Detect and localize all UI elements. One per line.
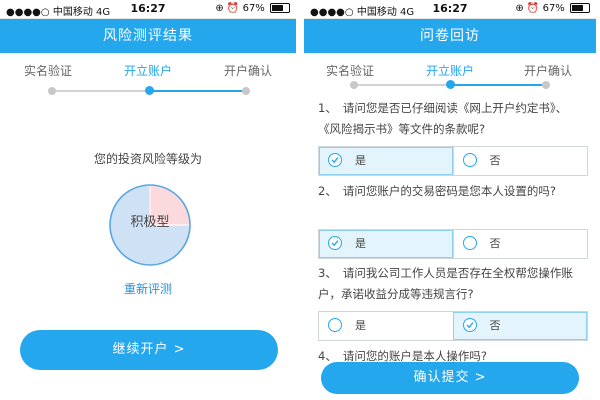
progress-dot-1: [48, 87, 56, 95]
status-bar: ●●●●○ 中国移动 4G 16:27 ⊕ ⏰ 67%: [0, 0, 296, 19]
risk-level-label: 积极型: [130, 215, 170, 230]
radio-empty-icon: [328, 318, 342, 332]
option-label: 否: [489, 237, 501, 250]
progress-dot-2: [446, 80, 455, 89]
questionnaire-screen: ●●●●○ 中国移动 4G 16:27 ⊕ ⏰ 67% 问卷回访 实名验证 开立…: [304, 0, 596, 400]
question-number: 4、: [318, 349, 337, 363]
battery-percent: 67%: [242, 3, 265, 14]
option-yes[interactable]: 是: [319, 230, 453, 258]
progress-line-current: [149, 90, 246, 92]
radio-checked-icon: [328, 153, 342, 167]
progress-dot-3: [542, 81, 550, 89]
option-yes[interactable]: 是: [319, 147, 453, 175]
option-yes[interactable]: 是: [319, 312, 453, 340]
risk-result-screen: ●●●●○ 中国移动 4G 16:27 ⊕ ⏰ 67% 风险测评结果 实名验证 …: [0, 0, 296, 400]
question-number: 3、: [318, 266, 337, 280]
risk-level-prompt: 您的投资风险等级为: [93, 152, 202, 166]
page-title: 问卷回访: [304, 19, 596, 53]
continue-open-account-button[interactable]: 继续开户 >: [20, 330, 278, 370]
progress-line-done: [354, 84, 450, 86]
radio-checked-icon: [328, 236, 342, 250]
question-number: 1、: [318, 101, 337, 115]
radio-empty-icon: [462, 236, 477, 250]
option-no[interactable]: 否: [452, 230, 588, 258]
step-confirm: 开户确认: [223, 64, 272, 78]
question-2-text: 2、 请问您账户的交易密码是您本人设置的吗?: [318, 181, 584, 202]
question-number: 2、: [318, 184, 337, 198]
question-3-text: 3、 请问我公司工作人员是否存在全权帮您操作账户，承诺收益分成等违规言行?: [318, 263, 584, 305]
step-progress-track: [0, 83, 296, 99]
status-bar-right: ⊕ ⏰ 67%: [215, 3, 290, 14]
option-label: 是: [355, 319, 366, 332]
status-icons: ⊕ ⏰: [215, 3, 240, 14]
option-label: 否: [489, 319, 501, 332]
battery-icon: [570, 3, 590, 13]
option-no[interactable]: 否: [452, 147, 588, 175]
question-3-options: 是 否: [318, 311, 588, 341]
option-label: 否: [489, 154, 501, 167]
option-label: 是: [355, 154, 366, 167]
page-title: 风险测评结果: [0, 19, 296, 53]
status-icons: ⊕ ⏰: [515, 3, 540, 14]
question-1-options: 是 否: [318, 146, 588, 176]
option-no[interactable]: 否: [452, 312, 587, 340]
option-label: 是: [355, 237, 366, 250]
question-2-options: 是 否: [318, 229, 588, 259]
progress-dot-2: [145, 86, 154, 95]
step-progress-track: [304, 77, 596, 93]
question-1-text: 1、 请问您是否已仔细阅读《网上开户约定书》、《风险揭示书》等文件的条款呢?: [318, 98, 584, 140]
retake-assessment-link[interactable]: 重新评测: [0, 280, 296, 297]
progress-dot-1: [350, 81, 358, 89]
step-real-name: 实名验证: [23, 64, 72, 78]
step-indicator: 实名验证 开立账户 开户确认: [0, 53, 296, 83]
progress-line-done: [52, 90, 149, 92]
status-bar-right: ⊕ ⏰ 67%: [515, 3, 590, 14]
battery-percent: 67%: [542, 3, 565, 14]
status-bar: ●●●●○ 中国移动 4G 16:27 ⊕ ⏰ 67%: [304, 0, 596, 19]
battery-icon: [270, 3, 290, 13]
radio-checked-icon: [462, 318, 477, 332]
question-body: 请问您账户的交易密码是您本人设置的吗?: [342, 184, 556, 198]
risk-pie-chart: 积极型: [107, 182, 193, 268]
question-body: 请问您是否已仔细阅读《网上开户约定书》、《风险揭示书》等文件的条款呢?: [318, 101, 568, 136]
step-open-account: 开立账户: [123, 64, 172, 78]
radio-empty-icon: [462, 153, 477, 167]
progress-dot-3: [242, 87, 250, 95]
progress-line-current: [450, 84, 546, 86]
question-body: 请问我公司工作人员是否存在全权帮您操作账户，承诺收益分成等违规言行?: [318, 266, 573, 301]
question-body: 请问您的账户是本人操作吗?: [342, 349, 487, 363]
confirm-submit-button[interactable]: 确认提交 >: [321, 362, 579, 394]
